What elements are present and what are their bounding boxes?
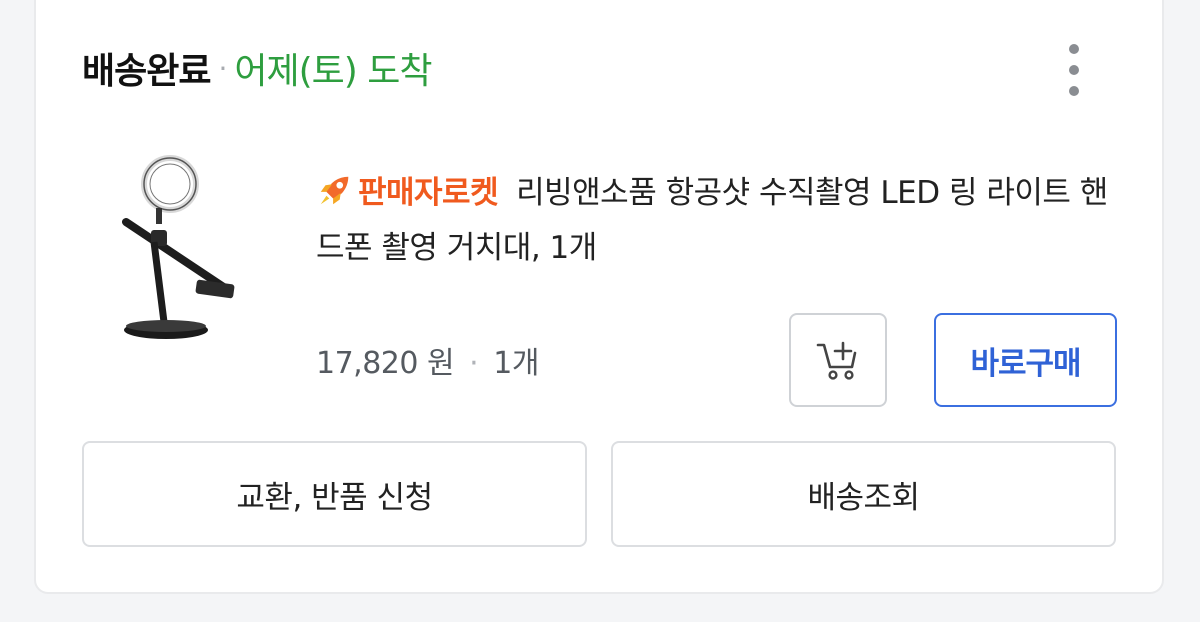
product-title[interactable]: 판매자로켓 리빙앤소품 항공샷 수직촬영 LED 링 라이트 핸드폰 촬영 거치대… <box>316 166 1116 276</box>
more-dot <box>1069 86 1079 96</box>
rocket-icon <box>320 176 349 205</box>
seller-rocket-label: 판매자로켓 <box>358 175 499 211</box>
add-to-cart-button[interactable] <box>789 313 887 407</box>
more-options-icon[interactable] <box>1062 44 1086 96</box>
buy-now-button[interactable]: 바로구매 <box>934 313 1117 407</box>
product-quantity: 1개 <box>493 346 539 381</box>
delivery-status: 배송완료 <box>82 51 211 92</box>
price-separator: · <box>469 346 479 381</box>
more-dot <box>1069 65 1079 75</box>
seller-rocket-badge: 판매자로켓 <box>316 175 499 211</box>
status-separator: · <box>218 51 227 85</box>
product-thumbnail[interactable] <box>96 152 256 352</box>
price-quantity: 17,820 원 · 1개 <box>316 338 539 382</box>
exchange-return-button[interactable]: 교환, 반품 신청 <box>82 441 587 547</box>
track-delivery-button[interactable]: 배송조회 <box>611 441 1116 547</box>
arrival-date: 어제(토) 도착 <box>234 51 432 92</box>
more-dot <box>1069 44 1079 54</box>
order-status-header: 배송완료 · 어제(토) 도착 <box>82 40 433 96</box>
product-price: 17,820 원 <box>316 346 455 381</box>
cart-add-icon <box>816 341 857 380</box>
